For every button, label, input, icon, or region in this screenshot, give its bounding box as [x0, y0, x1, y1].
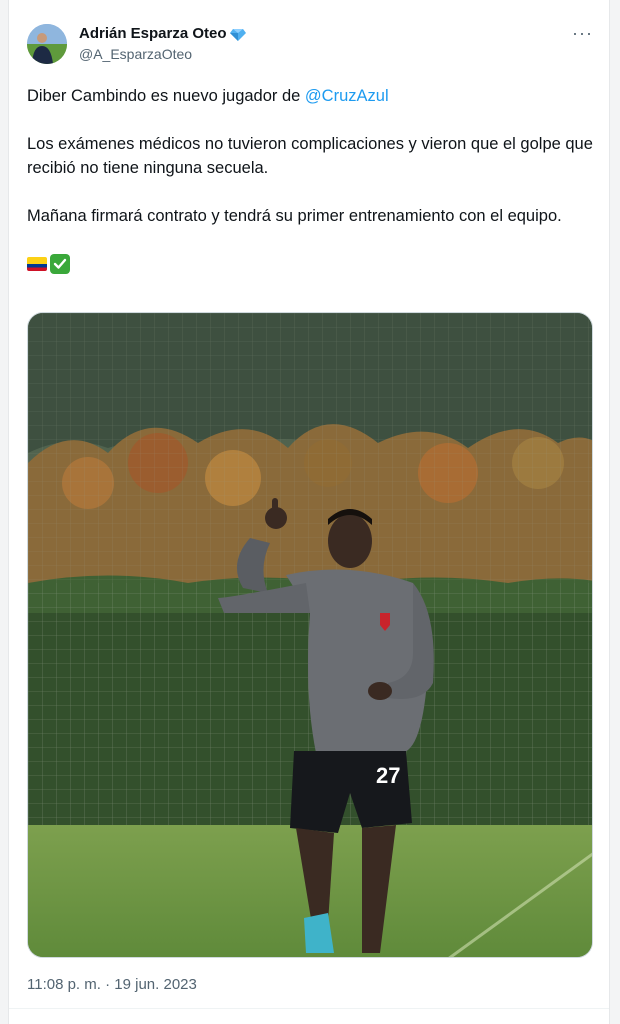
divider [9, 1008, 609, 1009]
timestamp-separator: · [100, 976, 115, 993]
tweet-date[interactable]: 19 jun. 2023 [114, 976, 197, 993]
tweet-timestamp[interactable]: 11:08 p. m. · 19 jun. 2023 [27, 976, 197, 993]
author-handle[interactable]: @A_EsparzaOteo [79, 46, 192, 62]
emoji-row [27, 252, 597, 276]
diamond-icon [229, 26, 246, 42]
tweet-line-1-text: Diber Cambindo es nuevo jugador de [27, 87, 305, 105]
jersey-number: 27 [376, 763, 400, 788]
ellipsis-icon[interactable]: ··· [572, 24, 593, 42]
flag-colombia-icon [27, 257, 47, 271]
tweet-paragraph-1: Diber Cambindo es nuevo jugador de @Cruz… [27, 84, 597, 108]
tweet-time[interactable]: 11:08 p. m. [27, 976, 101, 993]
tweet-text: Diber Cambindo es nuevo jugador de @Cruz… [27, 84, 597, 276]
check-mark-icon [50, 254, 70, 274]
mention-link[interactable]: @CruzAzul [305, 87, 389, 105]
tweet-photo[interactable]: 27 [27, 312, 593, 958]
tweet-paragraph-2: Los exámenes médicos no tuvieron complic… [27, 135, 593, 177]
tweet-card: Adrián Esparza Oteo @A_EsparzaOteo ··· D… [8, 0, 610, 1024]
author-name-row[interactable]: Adrián Esparza Oteo [79, 25, 246, 42]
tweet-paragraph-3: Mañana firmará contrato y tendrá su prim… [27, 207, 562, 225]
author-display-name[interactable]: Adrián Esparza Oteo [79, 25, 227, 42]
author-avatar[interactable] [27, 24, 67, 64]
